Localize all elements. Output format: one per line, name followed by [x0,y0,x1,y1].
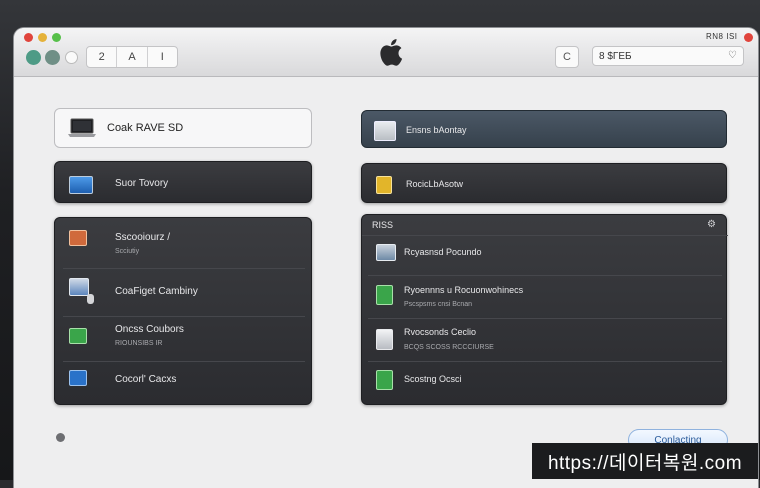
recent-card[interactable]: RocicLbAsotw [361,163,727,203]
right-list-panel: RISS ⚙ Rcyasnsd Pocundo Ryoennns u Rocuo… [361,214,728,405]
laptop-icon [68,118,96,137]
right-item-3-title[interactable]: Rvocsonds Ceclio [404,327,476,337]
settings-gear-icon[interactable]: ⚙ [707,219,716,230]
nav-button-3[interactable]: I [148,47,177,67]
zoom-button[interactable] [52,33,61,42]
green-sheet-icon [376,370,393,390]
white-doc-icon [376,329,393,350]
right-panel-title: RISS [372,220,394,230]
search-value: 8 $ГЕБ [599,50,632,62]
right-divider-1 [368,275,722,276]
image-icon [376,244,396,261]
heart-icon[interactable]: ♡ [728,50,737,61]
teal-toggle[interactable] [26,50,41,65]
left-item-2-title[interactable]: CoaFiget Cambiny [115,286,198,297]
right-divider-3 [368,361,722,362]
source-card[interactable]: Suor Tovory [54,161,312,203]
left-item-1-title[interactable]: Sscooiourz / [115,232,170,243]
finder-window-icon [69,278,89,296]
mouse-icon [87,294,94,304]
left-divider-1 [63,268,305,269]
device-card[interactable]: Coak RAVE SD [54,108,312,148]
source-card-label: Suor Tovory [115,178,169,189]
green-doc-icon [69,328,87,344]
blue-folder-icon [69,370,87,386]
titlebar: 2 A I C 8 $ГЕБ ♡ RN8 ISI [14,28,758,77]
photo-icon [69,230,87,246]
right-header-divider [362,235,728,236]
watermark-banner: https://데이터복원.com [532,443,758,479]
device-card-label: Coak RAVE SD [107,122,184,134]
yellow-doc-icon [376,176,392,194]
nav-button-1[interactable]: 2 [87,47,118,67]
app-window: 2 A I C 8 $ГЕБ ♡ RN8 ISI Coak RAVE SD Su… [14,28,758,488]
backup-card[interactable]: Ensns bAontay [361,110,727,148]
apple-logo-icon [380,39,403,66]
refresh-button[interactable]: C [555,46,579,68]
right-item-2-subtitle: Pscspsms cnsi Bcnan [404,301,473,308]
left-divider-3 [63,361,305,362]
right-item-1-title[interactable]: Rcyasnsd Pocundo [404,247,482,257]
left-divider-2 [63,316,305,317]
nav-button-group: 2 A I [86,46,178,68]
search-field[interactable]: 8 $ГЕБ ♡ [592,46,744,66]
top-right-label: RN8 ISI [706,32,738,41]
close-button[interactable] [24,33,33,42]
minimize-button[interactable] [38,33,47,42]
green-file-icon [376,285,393,305]
white-toggle[interactable] [65,51,78,64]
right-item-4-title[interactable]: Scostng Ocsci [404,374,462,384]
nav-button-2[interactable]: A [117,47,148,67]
drive-icon [374,121,396,141]
status-indicator-icon [56,433,65,442]
gray-toggle[interactable] [45,50,60,65]
left-item-4-title[interactable]: Cocorl' Cacxs [115,374,176,385]
right-item-3-subtitle: BCQS SCOSS RCCCIURSE [404,344,494,351]
left-list-panel: Sscooiourz / Scciutiy CoaFiget Cambiny O… [54,217,312,405]
record-dot-icon[interactable] [744,33,753,42]
backup-card-label: Ensns bAontay [406,125,467,135]
right-divider-2 [368,318,722,319]
left-item-3-title[interactable]: Oncss Coubors [115,324,184,335]
monitor-icon [69,176,93,194]
recent-card-label: RocicLbAsotw [406,179,464,189]
left-item-1-subtitle: Scciutiy [115,248,140,255]
right-item-2-title[interactable]: Ryoennns u Rocuonwohinecs [404,285,523,295]
left-item-3-subtitle: RIOUNSIBS IR [115,340,163,347]
